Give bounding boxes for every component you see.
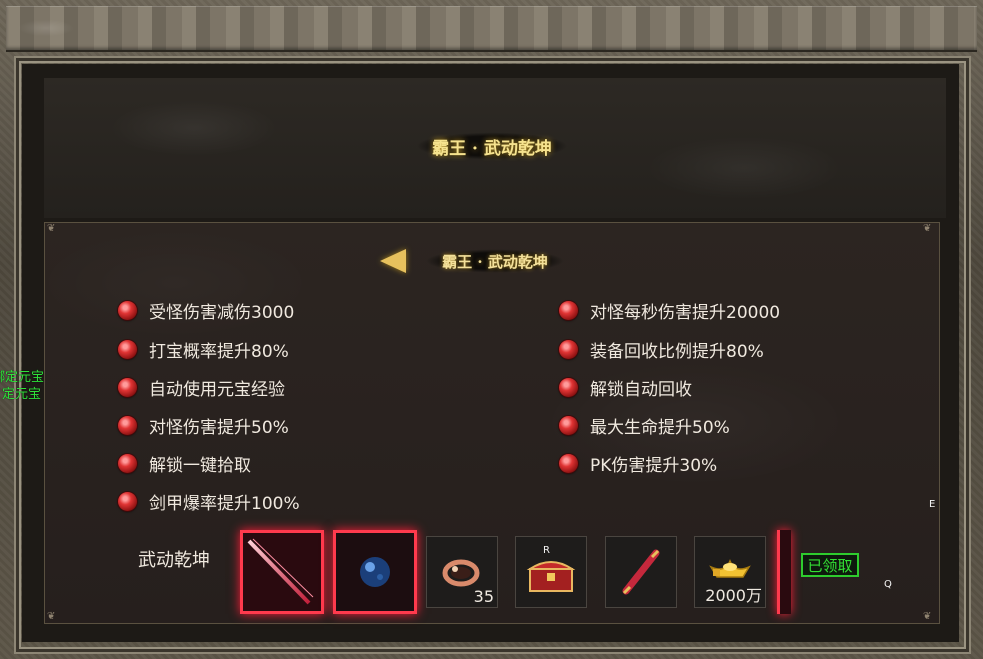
stray-mark: Q [884,579,892,590]
reward-slot[interactable] [240,530,324,614]
red-orb-icon [118,491,137,511]
red-orb-icon [559,453,578,473]
attribute-item: 自动使用元宝经验 [118,375,285,400]
page-title: 霸王 · 武动乾坤 [432,138,552,159]
attribute-item: PK伤害提升30% [559,451,718,476]
attribute-text: 装备回收比例提升80% [590,341,764,362]
attribute-text: PK伤害提升30% [590,455,718,476]
red-orb-icon [118,377,137,397]
claimed-status-badge: 已领取 [801,553,859,577]
title-banner: 霸王 · 武动乾坤 [392,126,592,166]
red-orb-icon [118,300,137,320]
corner-ornament-icon: ❦ [47,223,56,234]
attribute-item: 对怪每秒伤害提升20000 [559,298,781,323]
item-count: 2000万 [705,586,762,605]
subtitle: 霸王 · 武动乾坤 [442,252,548,271]
attribute-text: 受怪伤害减伤3000 [149,302,295,323]
red-orb-icon [118,453,137,473]
subtitle-banner: 霸王 · 武动乾坤 [380,244,600,278]
attribute-item: 装备回收比例提升80% [559,337,764,362]
arrow-left-icon[interactable] [380,249,406,273]
reward-slot[interactable]: 2000万 [694,536,766,608]
corner-ornament-icon: ❦ [47,611,56,622]
attribute-item: 剑甲爆率提升100% [118,489,300,514]
orb-icon [336,533,414,611]
attribute-item: 最大生命提升50% [559,413,730,438]
slot-badge: R [543,545,550,556]
reward-slot[interactable]: 35 [426,536,498,608]
scroll-icon [622,549,660,595]
attribute-text: 解锁一键拾取 [149,455,251,476]
attribute-text: 对怪伤害提升50% [149,417,289,438]
attribute-item: 对怪伤害提升50% [118,413,289,438]
overlay-text: 定元宝 [2,387,42,402]
red-orb-icon [559,300,578,320]
reward-slot[interactable] [605,536,677,608]
attribute-text: 解锁自动回收 [590,379,692,400]
subtitle-scroll: 霸王 · 武动乾坤 [410,244,580,278]
attribute-item: 受怪伤害减伤3000 [118,298,295,323]
stray-mark: E [929,499,936,510]
corner-ornament-icon: ❦ [923,611,932,622]
red-orb-icon [559,377,578,397]
red-orb-icon [118,339,137,359]
attribute-item: 打宝概率提升80% [118,337,289,362]
corner-ornament-icon: ❦ [923,223,932,234]
reward-slot[interactable]: R [515,536,587,608]
reward-slot-partial [777,530,791,614]
attribute-text: 最大生命提升50% [590,417,730,438]
item-count: 35 [473,587,494,606]
red-orb-icon [559,415,578,435]
attribute-item: 解锁一键拾取 [118,451,251,476]
reward-label: 武动乾坤 [138,550,210,571]
sword-icon [243,533,321,611]
attribute-text: 剑甲爆率提升100% [149,493,300,514]
attribute-text: 对怪每秒伤害提升20000 [590,302,781,323]
attribute-text: 自动使用元宝经验 [149,379,285,400]
ornamental-top-band [6,6,977,52]
chest-icon [526,561,576,592]
attribute-text: 打宝概率提升80% [149,341,289,362]
reward-slot[interactable] [333,530,417,614]
red-orb-icon [118,415,137,435]
attribute-item: 解锁自动回收 [559,375,692,400]
red-orb-icon [559,339,578,359]
